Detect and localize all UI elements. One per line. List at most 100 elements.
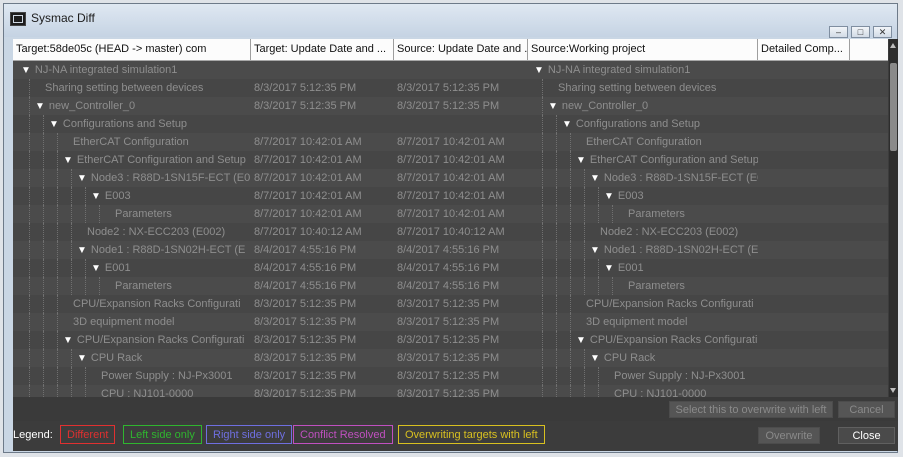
target-node: ▼ EtherCAT Configuration and Setup <box>63 151 251 169</box>
expand-triangle-icon[interactable]: ▼ <box>91 263 101 274</box>
legend-bar: Legend: Different Left side only Right s… <box>13 421 898 451</box>
column-header-detailed-comparison[interactable]: Detailed Comp... <box>758 39 850 60</box>
expand-triangle-icon[interactable]: ▼ <box>77 245 87 256</box>
target-node: ▼ CPU/Expansion Racks Configurati <box>63 331 251 349</box>
scroll-up-icon[interactable] <box>890 43 896 48</box>
tree-row[interactable]: CPU : NJ101-0000 8/3/2017 5:12:35 PM 8/3/2… <box>13 385 888 397</box>
target-date: 8/3/2017 5:12:35 PM <box>254 313 392 331</box>
target-node: Power Supply : NJ-Px3001 <box>101 367 251 385</box>
tree-guide-line <box>542 367 544 385</box>
expand-triangle-icon[interactable]: ▼ <box>590 173 600 184</box>
tree-guide-line <box>542 79 544 97</box>
tree-guide-line <box>43 331 45 349</box>
scroll-down-icon[interactable] <box>890 388 896 393</box>
tree-guide-line <box>556 115 558 133</box>
tree-row[interactable]: ▼ E001 8/4/2017 4:55:16 PM 8/4/2017 4:55:16… <box>13 259 888 277</box>
tree-guide-line <box>29 367 31 385</box>
tree-guide-line <box>612 205 614 223</box>
vertical-scrollbar[interactable] <box>889 39 898 397</box>
target-date-text: 8/3/2017 5:12:35 PM <box>254 388 357 397</box>
tree-row[interactable]: ▼ CPU/Expansion Racks Configurati 8/3/2017… <box>13 331 888 349</box>
source-date <box>397 61 527 79</box>
close-button[interactable]: Close <box>838 427 895 444</box>
source-date-text: 8/3/2017 5:12:35 PM <box>397 82 500 94</box>
tree-row[interactable]: Sharing setting between devices 8/3/2017 … <box>13 79 888 97</box>
source-node-text: CPU Rack <box>603 352 656 364</box>
expand-triangle-icon[interactable]: ▼ <box>590 353 600 364</box>
minimize-icon[interactable]: – <box>829 26 848 38</box>
maximize-icon[interactable]: □ <box>851 26 870 38</box>
target-node-text: Node2 : NX-ECC203 (E002) <box>87 226 226 238</box>
expand-triangle-icon[interactable]: ▼ <box>576 335 586 346</box>
tree-row[interactable]: Parameters 8/4/2017 4:55:16 PM 8/4/2017 4:… <box>13 277 888 295</box>
target-node: ▼ E003 <box>91 187 251 205</box>
tree-row[interactable]: ▼ Configurations and Setup ▼ Configurations… <box>13 115 888 133</box>
expand-triangle-icon[interactable]: ▼ <box>562 119 572 130</box>
close-icon[interactable]: ✕ <box>873 26 892 38</box>
tree-row[interactable]: Node2 : NX-ECC203 (E002) 8/7/2017 10:40:1… <box>13 223 888 241</box>
tree-guide-line <box>71 259 73 277</box>
tree-guide-line <box>570 151 572 169</box>
tree-row[interactable]: ▼ Node1 : R88D-1SN02H-ECT (E 8/4/2017 4:55… <box>13 241 888 259</box>
tree-row[interactable]: 3D equipment model 8/3/2017 5:12:35 PM 8/3… <box>13 313 888 331</box>
tree-guide-line <box>556 331 558 349</box>
tree-guide-line <box>570 205 572 223</box>
expand-triangle-icon[interactable]: ▼ <box>91 191 101 202</box>
tree-guide-line <box>57 151 59 169</box>
tree-row[interactable]: Parameters 8/7/2017 10:42:01 AM 8/7/2017 1… <box>13 205 888 223</box>
source-node: ▼ CPU Rack <box>590 349 758 367</box>
legend-left-side-only: Left side only <box>123 425 202 444</box>
source-node-text: NJ-NA integrated simulation1 <box>547 64 691 76</box>
overwrite-with-left-button[interactable]: Select this to overwrite with left <box>669 401 833 418</box>
source-node-text: Node3 : R88D-1SN15F-ECT (E0 <box>603 172 758 184</box>
tree-guide-line <box>85 385 87 397</box>
column-header-target[interactable]: Target:58de05c (HEAD -> master) com <box>13 39 251 60</box>
tree-guide-line <box>570 241 572 259</box>
column-header-source-date[interactable]: Source: Update Date and ... <box>394 39 528 60</box>
tree-guide-line <box>570 133 572 151</box>
tree-row[interactable]: ▼ NJ-NA integrated simulation1 ▼ NJ-NA inte… <box>13 61 888 79</box>
expand-triangle-icon[interactable]: ▼ <box>77 173 87 184</box>
tree-row[interactable]: Power Supply : NJ-Px3001 8/3/2017 5:12:35… <box>13 367 888 385</box>
target-date: 8/7/2017 10:42:01 AM <box>254 205 392 223</box>
source-date <box>397 115 527 133</box>
expand-triangle-icon[interactable]: ▼ <box>63 335 73 346</box>
tree-guide-line <box>584 241 586 259</box>
tree-guide-line <box>584 367 586 385</box>
target-date: 8/3/2017 5:12:35 PM <box>254 79 392 97</box>
expand-triangle-icon[interactable]: ▼ <box>77 353 87 364</box>
overwrite-button[interactable]: Overwrite <box>758 427 820 444</box>
expand-triangle-icon[interactable]: ▼ <box>604 263 614 274</box>
tree-guide-line <box>71 187 73 205</box>
column-header-target-date[interactable]: Target: Update Date and ... <box>251 39 394 60</box>
tree-guide-line <box>43 133 45 151</box>
tree-row[interactable]: ▼ E003 8/7/2017 10:42:01 AM 8/7/2017 10:42:… <box>13 187 888 205</box>
tree-guide-line <box>542 151 544 169</box>
expand-triangle-icon[interactable]: ▼ <box>534 65 544 76</box>
source-node-text: EtherCAT Configuration <box>586 136 702 148</box>
tree-row[interactable]: ▼ new_Controller_0 8/3/2017 5:12:35 PM 8/3/… <box>13 97 888 115</box>
cancel-button[interactable]: Cancel <box>838 401 895 418</box>
source-date: 8/4/2017 4:55:16 PM <box>397 277 527 295</box>
tree-row[interactable]: ▼ CPU Rack 8/3/2017 5:12:35 PM 8/3/2017 5:1… <box>13 349 888 367</box>
expand-triangle-icon[interactable]: ▼ <box>35 101 45 112</box>
tree-row[interactable]: ▼ Node3 : R88D-1SN15F-ECT (E0 8/7/2017 10:… <box>13 169 888 187</box>
column-header-source[interactable]: Source:Working project <box>528 39 758 60</box>
expand-triangle-icon[interactable]: ▼ <box>604 191 614 202</box>
expand-triangle-icon[interactable]: ▼ <box>49 119 59 130</box>
scrollbar-thumb[interactable] <box>890 63 897 151</box>
legend-label: Legend: <box>13 429 53 441</box>
source-date-text: 8/3/2017 5:12:35 PM <box>397 316 500 328</box>
expand-triangle-icon[interactable]: ▼ <box>21 65 31 76</box>
target-node-text: EtherCAT Configuration <box>73 136 189 148</box>
expand-triangle-icon[interactable]: ▼ <box>548 101 558 112</box>
expand-triangle-icon[interactable]: ▼ <box>63 155 73 166</box>
target-date-text: 8/7/2017 10:42:01 AM <box>254 154 362 166</box>
tree-row[interactable]: CPU/Expansion Racks Configurati 8/3/2017 … <box>13 295 888 313</box>
tree-row[interactable]: EtherCAT Configuration 8/7/2017 10:42:01 … <box>13 133 888 151</box>
target-node: CPU/Expansion Racks Configurati <box>73 295 251 313</box>
source-node: ▼ Configurations and Setup <box>562 115 758 133</box>
expand-triangle-icon[interactable]: ▼ <box>590 245 600 256</box>
tree-row[interactable]: ▼ EtherCAT Configuration and Setup 8/7/201… <box>13 151 888 169</box>
expand-triangle-icon[interactable]: ▼ <box>576 155 586 166</box>
